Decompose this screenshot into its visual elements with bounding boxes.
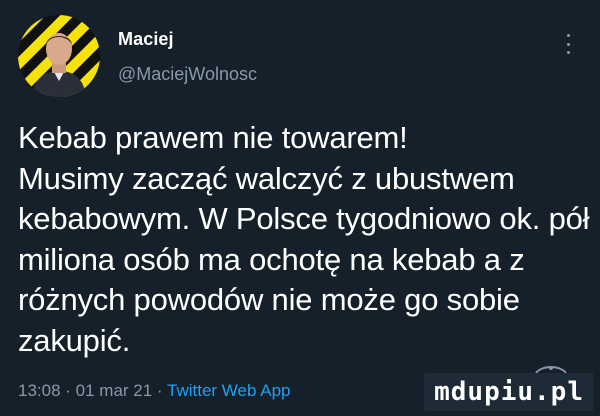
author-handle[interactable]: @MaciejWolnosc bbox=[118, 64, 257, 85]
meta-separator: · bbox=[152, 381, 168, 400]
tweet-card: Maciej @MaciejWolnosc Kebab prawem nie t… bbox=[0, 0, 600, 416]
more-dot bbox=[566, 51, 570, 54]
more-dot bbox=[566, 34, 570, 37]
more-vertical-icon[interactable] bbox=[562, 32, 574, 56]
author-display-name[interactable]: Maciej bbox=[118, 29, 174, 50]
tweet-date[interactable]: 01 mar 21 bbox=[76, 381, 153, 400]
avatar[interactable] bbox=[18, 15, 100, 97]
meta-separator: · bbox=[60, 381, 76, 400]
watermark: mdupiu.pl bbox=[424, 373, 594, 411]
tweet-time[interactable]: 13:08 bbox=[18, 381, 61, 400]
tweet-source[interactable]: Twitter Web App bbox=[167, 381, 290, 400]
tweet-meta: 13:08 · 01 mar 21 · Twitter Web App bbox=[18, 381, 290, 401]
more-dot bbox=[566, 42, 570, 46]
avatar-image bbox=[18, 15, 100, 97]
tweet-text: Kebab prawem nie towarem! Musimy zacząć … bbox=[18, 120, 590, 358]
